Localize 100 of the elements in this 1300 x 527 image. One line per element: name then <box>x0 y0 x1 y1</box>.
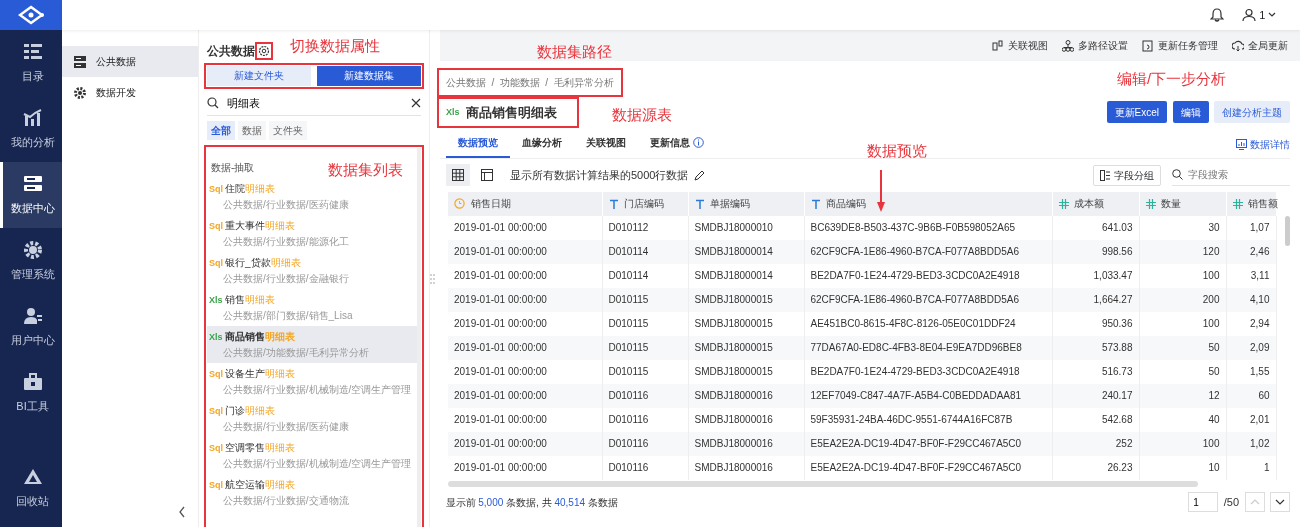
page-total: /50 <box>1223 494 1239 510</box>
filter-tab[interactable]: 文件夹 <box>268 121 307 140</box>
horizontal-scrollbar[interactable] <box>448 480 1198 487</box>
breadcrumb-separator: / <box>545 76 549 90</box>
table-cell: 60 <box>1226 383 1276 408</box>
toolbar-link[interactable]: 更新任务管理 <box>1142 38 1218 53</box>
breadcrumb-link[interactable]: 公共数据 <box>446 75 486 90</box>
table-cell: 120 <box>1139 239 1226 264</box>
grid-view-button[interactable] <box>445 164 470 186</box>
tab[interactable]: 数据预览 <box>446 130 510 158</box>
filter-tab[interactable]: 全部 <box>207 121 235 140</box>
group-label: 数据-抽取 <box>211 161 255 175</box>
nav-item[interactable]: 回收站 <box>0 455 62 522</box>
column-header[interactable]: 销售额 <box>1226 191 1276 216</box>
dataset-path: 公共数据/行业数据/能源化工 <box>222 235 349 250</box>
table-cell: SMDBJ18000015 <box>688 335 804 360</box>
table-cell: SMDBJ18000010 <box>688 215 804 240</box>
file-type-icon: Sql <box>209 219 225 234</box>
field-group-button[interactable]: 字段分组 <box>1093 164 1161 186</box>
table-cell: 2019-01-01 00:00:00 <box>448 359 602 384</box>
table-cell: SMDBJ18000015 <box>688 359 804 384</box>
server-icon <box>22 173 43 194</box>
column-header[interactable]: 商品编码 <box>804 191 1052 216</box>
toolbox-icon <box>22 371 43 392</box>
breadcrumb-separator: / <box>491 76 495 90</box>
filter-tab[interactable]: 数据 <box>237 121 266 140</box>
table-cell: D010115 <box>602 311 688 336</box>
breadcrumb-link[interactable]: 毛利异常分析 <box>553 75 614 90</box>
table-cell: BC639DE8-B503-437C-9B6B-F0B598052A65 <box>804 215 1052 240</box>
new-folder-button[interactable]: 新建文件夹 <box>207 65 312 86</box>
table-cell: D010114 <box>602 239 688 264</box>
toolbar-link[interactable]: 多路径设置 <box>1062 38 1128 53</box>
table-cell: D010115 <box>602 359 688 384</box>
new-dataset-button[interactable]: 新建数据集 <box>316 65 421 86</box>
nav-item[interactable]: 用户中心 <box>0 294 62 360</box>
action-button[interactable]: 创建分析主题 <box>1214 101 1290 124</box>
table-cell: 2,01 <box>1226 407 1276 432</box>
user-icon <box>22 305 43 326</box>
table-cell: 100 <box>1139 431 1226 456</box>
dataset-item[interactable]: Sql 银行_贷款明细表 公共数据/行业数据/金融银行 <box>207 251 417 289</box>
text-type-icon <box>608 198 619 209</box>
table-cell: 2,46 <box>1226 239 1276 264</box>
column-header[interactable]: 单据编码 <box>688 191 804 216</box>
dataset-item[interactable]: Sql 空调零售明细表 公共数据/行业数据/机械制造/空调生产管理 <box>207 436 417 474</box>
dataset-item[interactable]: Xls 销售明细表 公共数据/部门数据/销售_Lisa <box>207 288 417 326</box>
nav-item[interactable]: 管理系统 <box>0 228 62 294</box>
server-icon <box>74 55 86 68</box>
dataset-item[interactable]: Sql 住院明细表 公共数据/行业数据/医药健康 <box>207 177 417 215</box>
nav-item[interactable]: 目录 <box>0 30 62 96</box>
data-details-link[interactable]: 数据详情 <box>1236 136 1290 152</box>
settings-button[interactable] <box>257 45 270 57</box>
field-search[interactable]: 字段搜索 <box>1172 164 1290 186</box>
nav-item[interactable]: 数据中心 <box>0 162 62 228</box>
column-header[interactable]: 门店编码 <box>602 191 688 216</box>
vertical-scrollbar[interactable] <box>1285 215 1290 246</box>
table-cell: D010115 <box>602 335 688 360</box>
toolbar-link[interactable]: 全局更新 <box>1232 38 1288 53</box>
dataset-item[interactable]: Sql 航空运输明细表 公共数据/行业数据/交通物流 <box>207 473 417 511</box>
drag-handle-icon[interactable] <box>430 273 435 284</box>
column-header[interactable]: 数量 <box>1139 191 1226 216</box>
table-cell: 59F35931-24BA-46DC-9551-6744A16FC87B <box>804 407 1052 432</box>
page-input[interactable]: 1 <box>1188 492 1219 512</box>
action-button[interactable]: 更新Excel <box>1106 101 1167 124</box>
table-cell: SMDBJ18000016 <box>688 455 804 480</box>
dataset-item[interactable]: Sql 重大事件明细表 公共数据/行业数据/能源化工 <box>207 214 417 252</box>
subnav-item[interactable]: 数据开发 <box>62 77 198 108</box>
dataset-item[interactable]: Sql 设备生产明细表 公共数据/行业数据/机械制造/空调生产管理 <box>207 362 417 400</box>
table-cell: 950.36 <box>1052 311 1139 336</box>
link-icon <box>992 39 1004 52</box>
table-cell: 2,94 <box>1226 311 1276 336</box>
table-cell: E5EA2E2A-DC19-4D47-BF0F-F29CC467A5C0 <box>804 431 1052 456</box>
tab[interactable]: 更新信息 <box>638 130 716 158</box>
action-button[interactable]: 编辑 <box>1172 101 1209 124</box>
file-type-icon: Sql <box>209 182 225 197</box>
layout-icon <box>481 169 493 181</box>
breadcrumb-link[interactable]: 功能数据 <box>499 75 540 90</box>
column-header[interactable]: 成本额 <box>1052 191 1139 216</box>
table-cell: D010115 <box>602 287 688 312</box>
nav-item[interactable]: 我的分析 <box>0 96 62 162</box>
table-cell: BE2DA7F0-1E24-4729-BED3-3CDC0A2E4918 <box>804 263 1052 288</box>
table-cell: 2019-01-01 00:00:00 <box>448 383 602 408</box>
bell-icon[interactable] <box>1210 8 1225 22</box>
tab[interactable]: 血缘分析 <box>510 130 574 158</box>
edit-icon[interactable] <box>694 169 705 181</box>
dataset-item[interactable]: Xls 商品销售明细表 公共数据/功能数据/毛利异常分析 <box>207 325 417 363</box>
nav-item[interactable]: BI工具 <box>0 360 62 426</box>
user-menu[interactable]: 1 <box>1242 6 1276 24</box>
dataset-path: 公共数据/行业数据/交通物流 <box>222 494 349 509</box>
column-header[interactable]: 销售日期 <box>448 191 602 216</box>
table-cell: 3,11 <box>1226 263 1276 288</box>
toolbar-link[interactable]: 关联视图 <box>992 38 1048 53</box>
close-icon[interactable] <box>411 98 421 108</box>
dataset-item[interactable]: Sql 门诊明细表 公共数据/行业数据/医药健康 <box>207 399 417 437</box>
table-cell: D010116 <box>602 431 688 456</box>
record-count-text: 显示前 5,000 条数据, 共 40,514 条数据 <box>445 495 618 510</box>
tab[interactable]: 关联视图 <box>574 130 638 158</box>
table-cell: 2019-01-01 00:00:00 <box>448 215 602 240</box>
subnav-item[interactable]: 公共数据 <box>62 46 198 77</box>
table-cell: 12 <box>1139 383 1226 408</box>
dataset-path: 公共数据/行业数据/机械制造/空调生产管理 <box>222 383 412 398</box>
